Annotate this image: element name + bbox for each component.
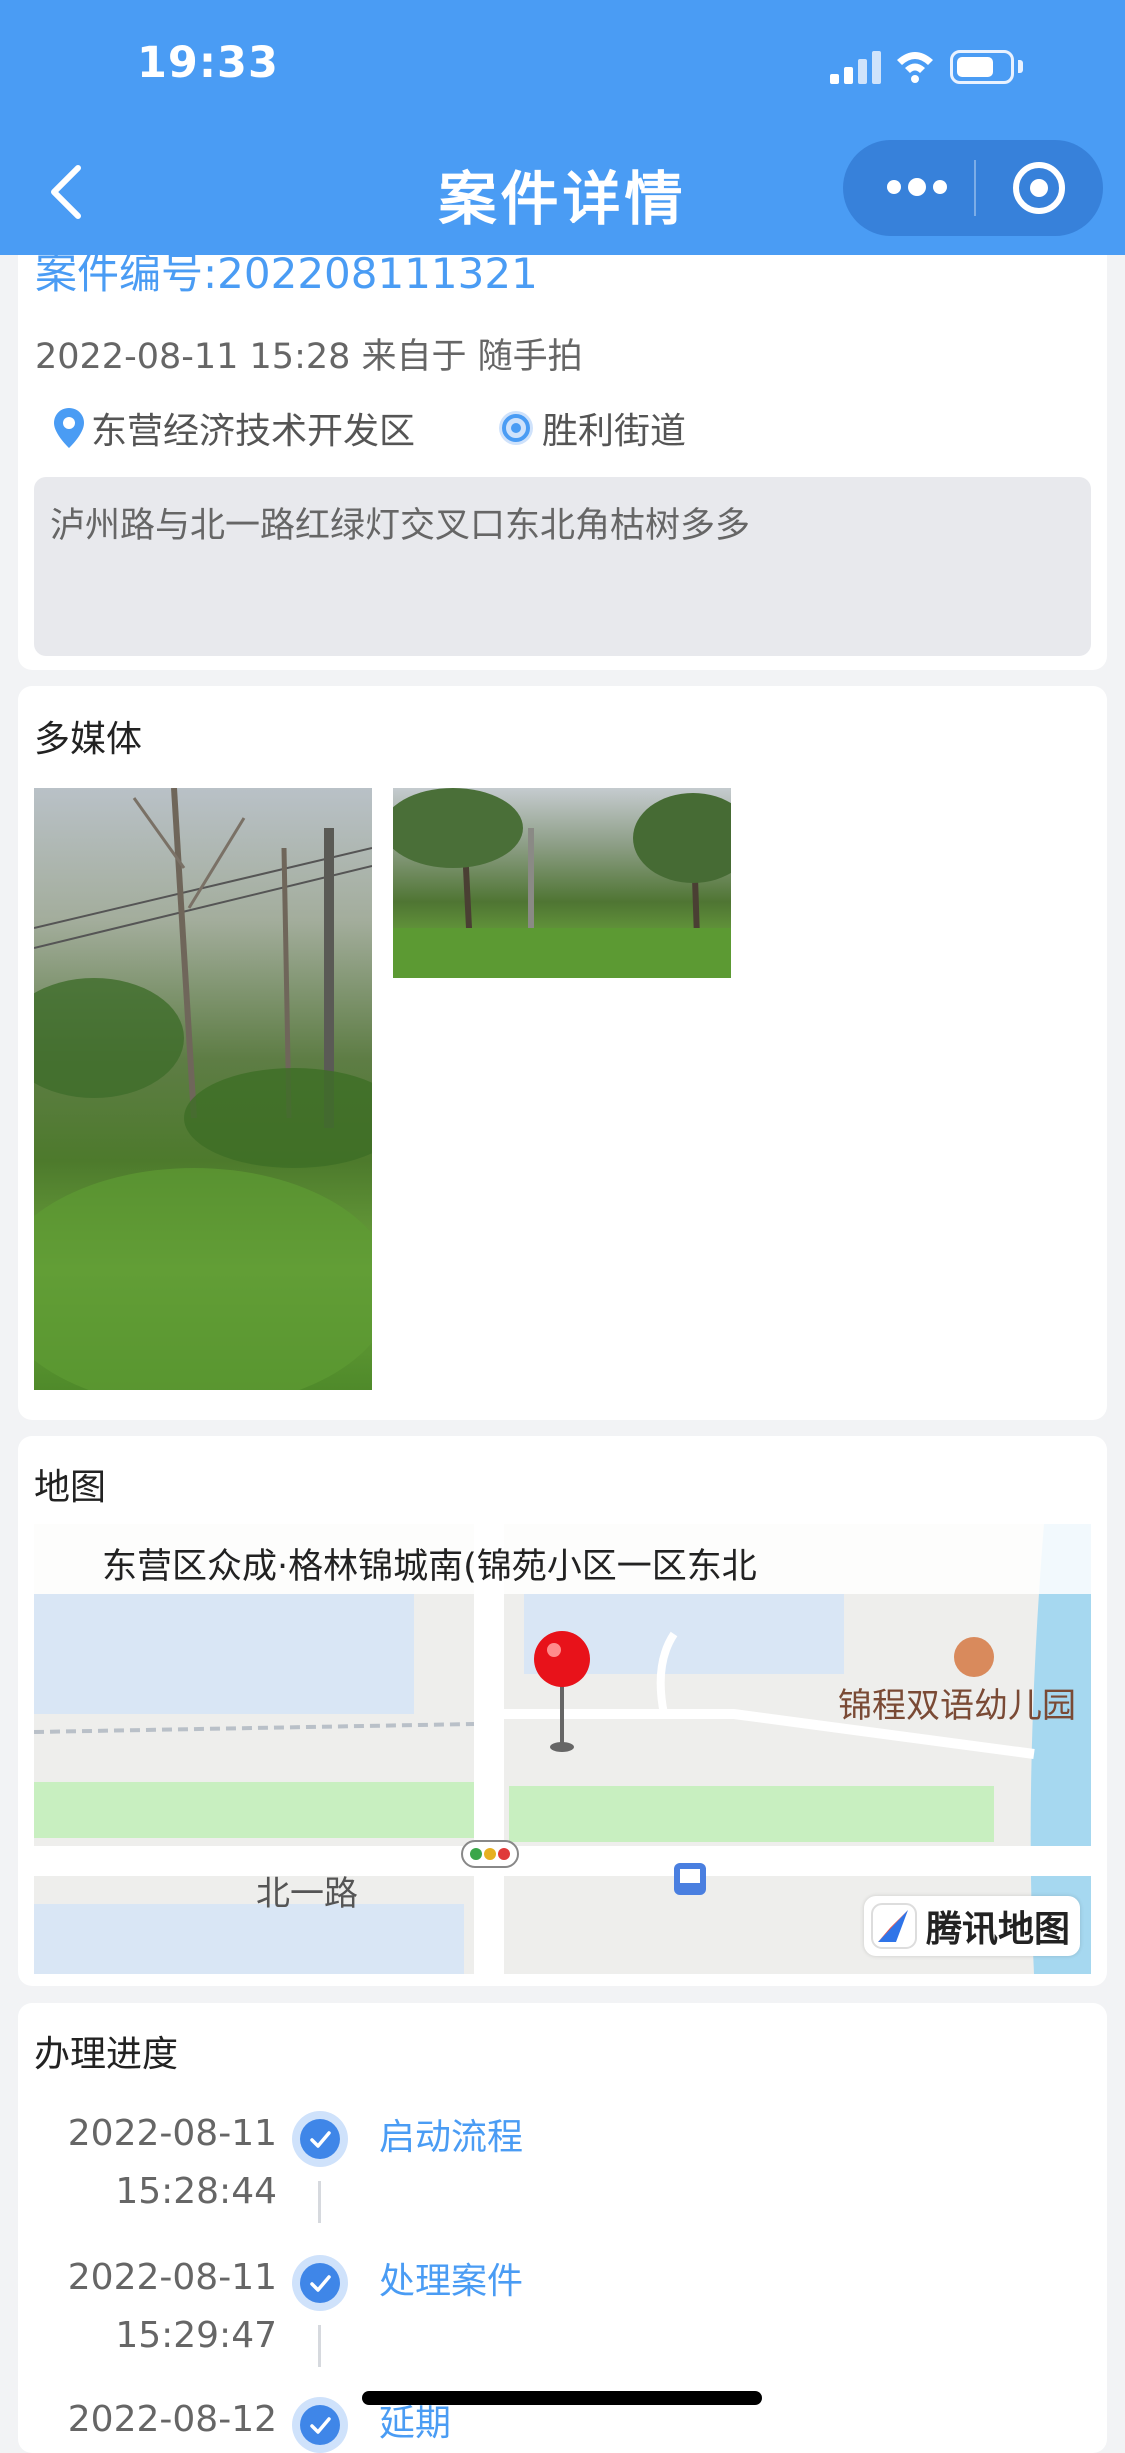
- map-brand-badge: 腾讯地图: [864, 1896, 1081, 1956]
- map-brand-label: 腾讯地图: [926, 1909, 1071, 1950]
- map-address-bar: 东营区众成·格林锦城南(锦苑小区一区东北: [34, 1524, 1091, 1594]
- signal-icon: [830, 51, 881, 84]
- more-icon[interactable]: [883, 176, 983, 200]
- step-label[interactable]: 处理案件: [379, 2253, 523, 2311]
- progress-card: 办理进度 2022-08-11 15:28:44 启动流程 2022-08-11…: [18, 2003, 1107, 2453]
- case-info-card: 案件编号:202208111321 2022-08-11 15:28 来自于 随…: [18, 200, 1107, 670]
- media-card: 多媒体: [18, 686, 1107, 1420]
- step-label[interactable]: 启动流程: [379, 2109, 523, 2167]
- home-indicator[interactable]: [362, 2391, 762, 2405]
- step-date: 2022-08-12: [67, 2399, 277, 2440]
- street-label: 胜利街道: [542, 411, 687, 452]
- street-tag: 胜利街道: [496, 402, 686, 454]
- check-icon: [292, 2397, 348, 2453]
- status-time: 19:33: [137, 38, 279, 88]
- district-tag: 东营经济技术开发区: [53, 402, 415, 454]
- step-timestamp: 2022-08-12: [68, 2391, 277, 2449]
- battery-tip: [1018, 60, 1023, 73]
- close-miniprogram-icon[interactable]: [1013, 162, 1065, 214]
- location-pin-icon: [54, 408, 84, 448]
- step-timestamp: 2022-08-11 15:28:44: [68, 2105, 277, 2221]
- step-date: 2022-08-11: [67, 2257, 277, 2298]
- media-title: 多媒体: [34, 719, 143, 760]
- step-time: 15:28:44: [115, 2171, 277, 2212]
- target-location-icon: [499, 411, 533, 445]
- battery-icon: [950, 50, 1014, 84]
- step-date: 2022-08-11: [67, 2113, 277, 2154]
- map-title: 地图: [34, 1467, 107, 1508]
- tencent-map-logo-icon: [871, 1903, 917, 1949]
- wifi-icon: [897, 52, 933, 83]
- map-card: 地图 东营区众成·格林锦城南(锦苑小区一区东北 锦程双语幼儿园 北一路 腾讯地图: [18, 1436, 1107, 1986]
- check-icon: [292, 2255, 348, 2311]
- capsule-divider: [974, 160, 976, 216]
- map-view[interactable]: 东营区众成·格林锦城南(锦苑小区一区东北 锦程双语幼儿园 北一路 腾讯地图: [34, 1524, 1091, 1974]
- media-photo[interactable]: [34, 788, 372, 1390]
- timeline-connector: [318, 2325, 321, 2367]
- nav-header: 19:33 案件详情: [0, 0, 1125, 255]
- description-box: 泸州路与北一路红绿灯交叉口东北角枯树多多: [34, 477, 1091, 656]
- case-description: 泸州路与北一路红绿灯交叉口东北角枯树多多: [50, 506, 751, 546]
- progress-title: 办理进度: [34, 2034, 179, 2075]
- tree-photo-illustration: [393, 788, 731, 978]
- timeline-connector: [318, 2181, 321, 2223]
- map-address: 东营区众成·格林锦城南(锦苑小区一区东北: [102, 1547, 757, 1587]
- map-poi-label: 锦程双语幼儿园: [838, 1686, 1076, 1726]
- step-time: 15:29:47: [115, 2315, 277, 2356]
- step-timestamp: 2022-08-11 15:29:47: [68, 2249, 277, 2365]
- media-photo[interactable]: [393, 788, 731, 978]
- case-meta: 2022-08-11 15:28 来自于 随手拍: [35, 337, 583, 377]
- map-road-label: 北一路: [256, 1874, 358, 1914]
- district-label: 东营经济技术开发区: [91, 411, 416, 452]
- tree-photo-illustration: [34, 788, 372, 1390]
- check-icon: [292, 2111, 348, 2167]
- mini-program-capsule: [843, 140, 1103, 236]
